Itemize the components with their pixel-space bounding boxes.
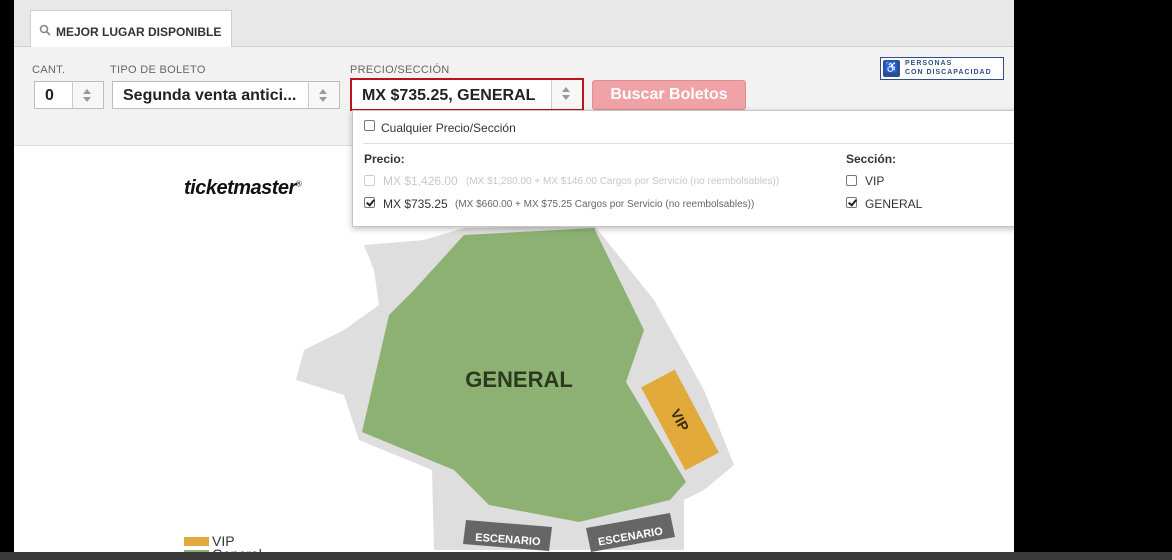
divider (363, 143, 1014, 144)
section-general-label[interactable]: GENERAL (865, 197, 922, 211)
section-header: Sección: (846, 152, 897, 166)
price-option-1426-amount: MX $1,426.00 (383, 174, 458, 188)
venue-map: GENERAL VIP ESCENARIO ESCENARIO (296, 225, 734, 552)
price-option-1426-detail: (MX $1,280.00 + MX $146.00 Cargos por Se… (466, 176, 780, 187)
bottom-bar (0, 552, 1172, 560)
price-section-dropdown: Cualquier Precio/Sección Precio: Sección… (352, 110, 1014, 227)
price-option-735-amount[interactable]: MX $735.25 (383, 197, 448, 211)
price-option-735-detail: (MX $660.00 + MX $75.25 Cargos por Servi… (455, 199, 755, 210)
legend-vip-swatch (184, 537, 209, 546)
price-option-735-checkbox[interactable] (364, 197, 375, 208)
section-general-checkbox[interactable] (846, 197, 857, 208)
price-header: Precio: (364, 152, 405, 166)
general-section-label: GENERAL (465, 367, 573, 392)
section-vip-label[interactable]: VIP (865, 174, 884, 188)
price-option-1426-checkbox (364, 175, 375, 186)
any-price-checkbox[interactable] (364, 120, 375, 131)
any-price-label[interactable]: Cualquier Precio/Sección (381, 121, 516, 135)
section-vip-checkbox[interactable] (846, 175, 857, 186)
ticket-page: MEJOR LUGAR DISPONIBLE CANT. TIPO DE BOL… (14, 0, 1014, 560)
